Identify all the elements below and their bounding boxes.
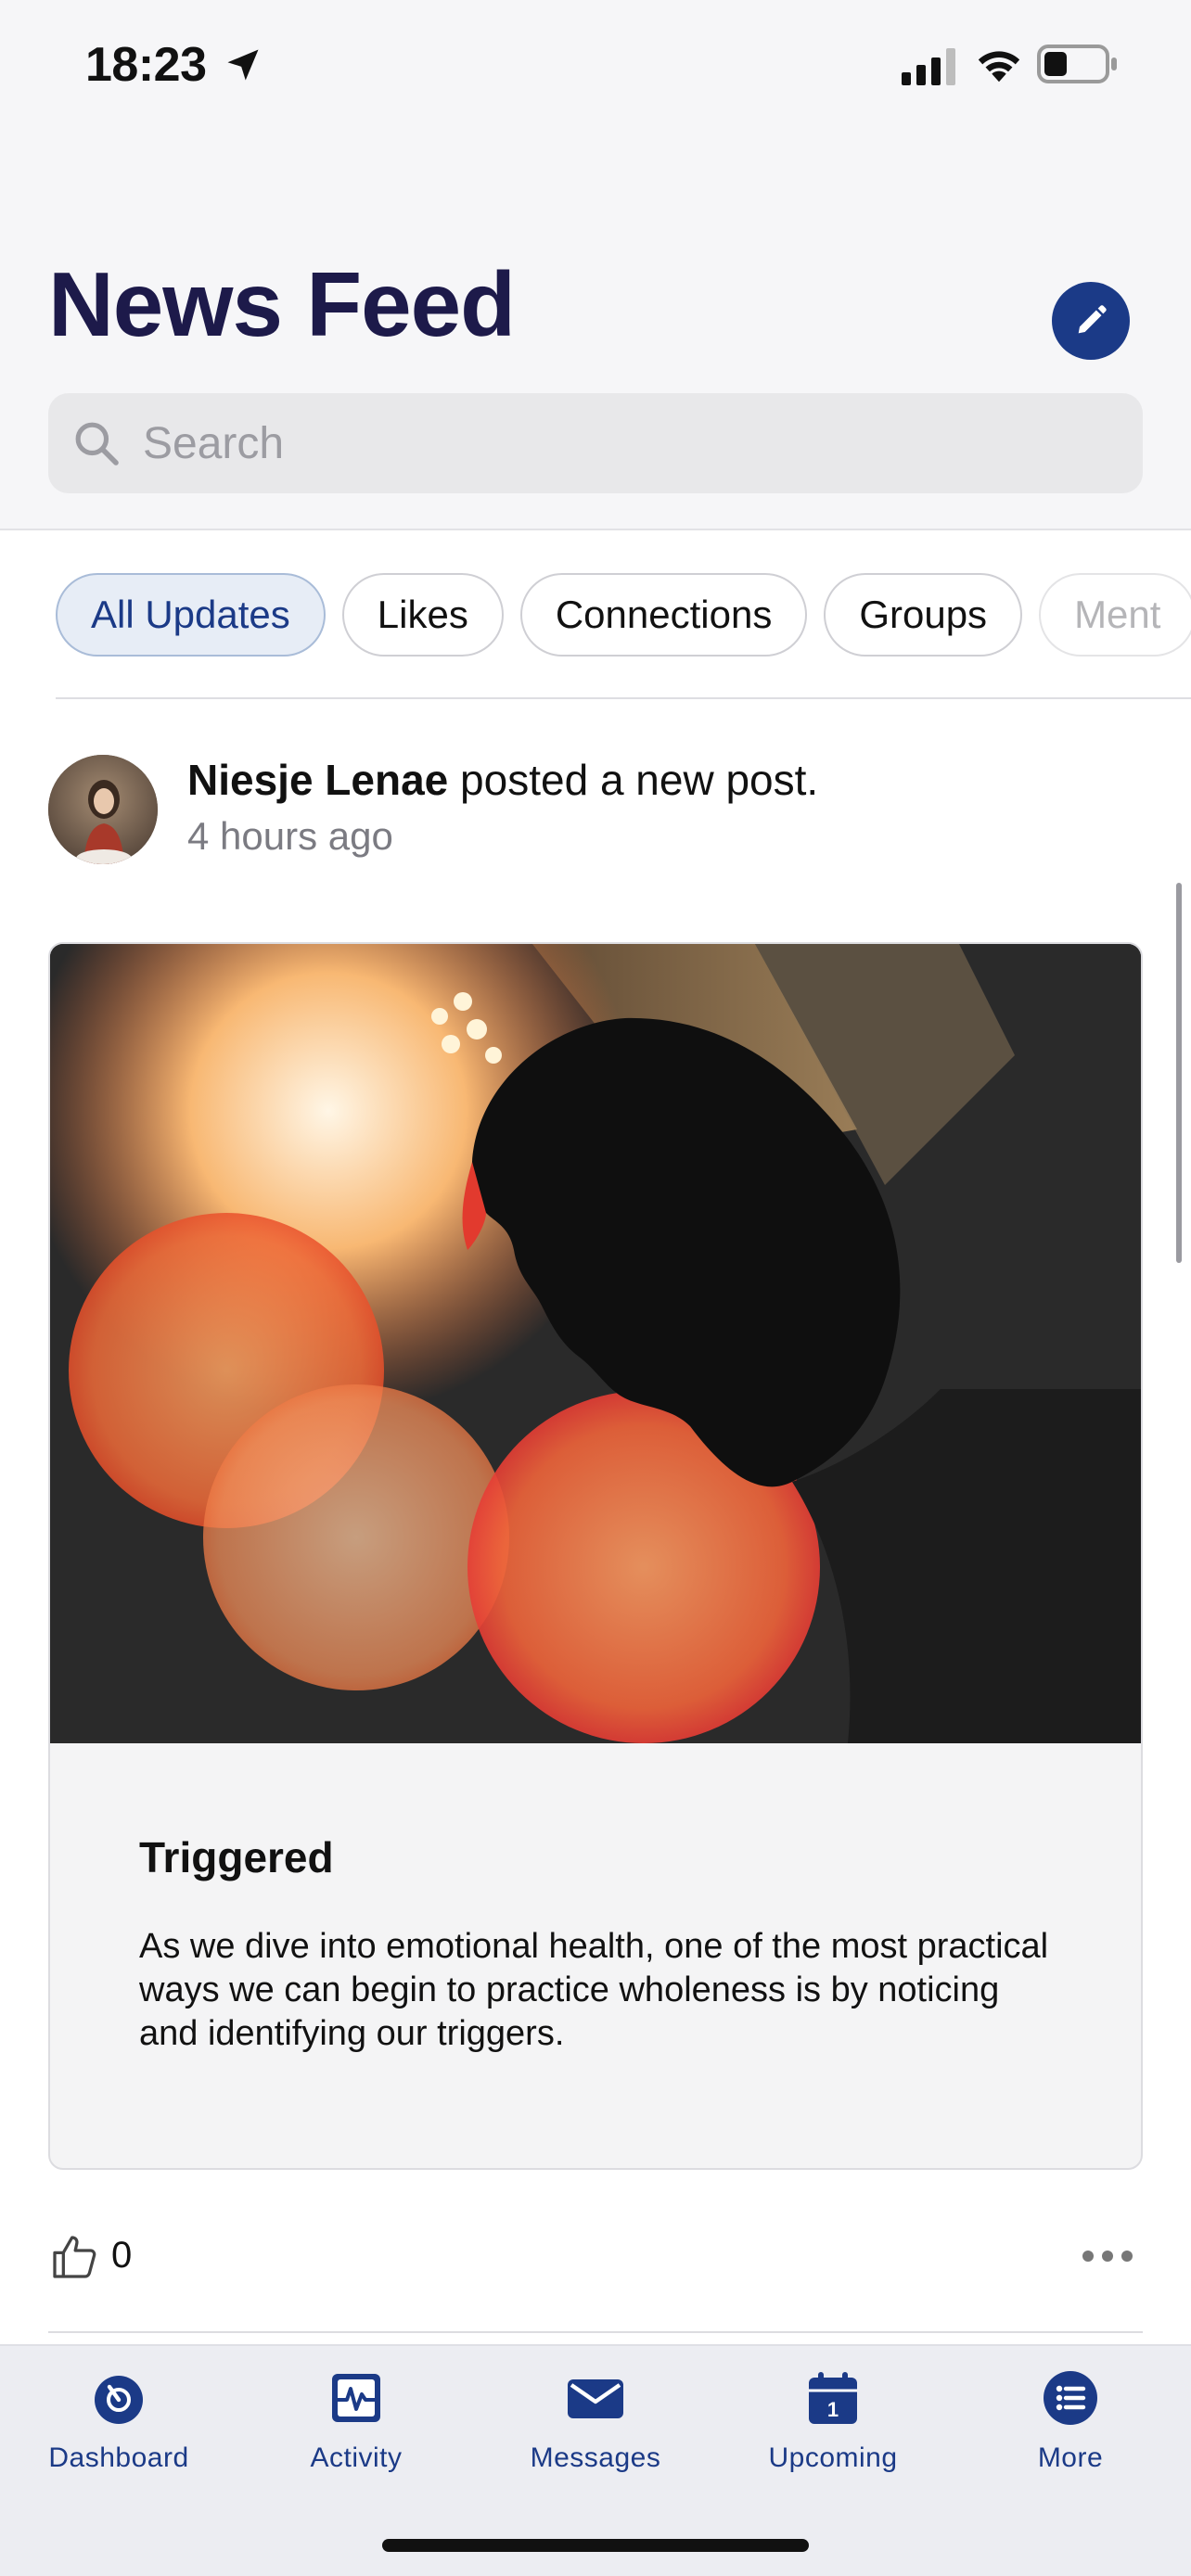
tab-more[interactable]: More	[952, 2346, 1189, 2485]
post-action: posted a new post.	[460, 756, 819, 804]
tab-dashboard-label: Dashboard	[48, 2442, 189, 2473]
pencil-icon	[1078, 305, 1107, 334]
thumbs-up-icon[interactable]	[48, 2231, 100, 2283]
search-input[interactable]	[143, 417, 1070, 469]
divider	[48, 2331, 1143, 2333]
post-headline: Niesje Lenae posted a new post.	[187, 755, 818, 805]
scrollbar[interactable]	[1176, 883, 1182, 1263]
search-icon	[75, 422, 119, 465]
battery-icon	[1037, 45, 1117, 83]
post-excerpt: As we dive into emotional health, one of…	[139, 1927, 1049, 2053]
tab-messages[interactable]: Messages	[477, 2346, 714, 2485]
filter-groups[interactable]: Groups	[824, 573, 1023, 657]
post-timestamp: 4 hours ago	[187, 814, 393, 858]
tab-upcoming-label: Upcoming	[768, 2442, 898, 2473]
cellular-signal-icon	[902, 48, 955, 85]
filter-mentions[interactable]: Ment	[1039, 573, 1191, 657]
header: 18:23 News Feed	[0, 0, 1191, 530]
page-title: News Feed	[48, 253, 516, 355]
tab-activity-label: Activity	[310, 2442, 403, 2473]
activity-icon	[332, 2374, 380, 2422]
filter-all-updates[interactable]: All Updates	[56, 573, 326, 657]
filter-chips: All Updates Likes Connections Groups Ment	[56, 573, 1191, 657]
compose-button[interactable]	[1052, 282, 1130, 360]
post-author[interactable]: Niesje Lenae	[187, 756, 448, 804]
home-indicator[interactable]	[382, 2539, 809, 2552]
list-icon	[1044, 2371, 1097, 2425]
filter-likes[interactable]: Likes	[341, 573, 504, 657]
wifi-icon	[978, 51, 1020, 83]
post-title: Triggered	[139, 1833, 334, 1881]
post-image	[50, 944, 1141, 1743]
post-card[interactable]: Triggered As we dive into emotional heal…	[48, 942, 1143, 2170]
avatar[interactable]	[48, 755, 158, 864]
calendar-icon: 1	[809, 2372, 857, 2424]
search-bar[interactable]	[48, 393, 1143, 493]
more-options-icon[interactable]	[1080, 2242, 1135, 2270]
tab-more-label: More	[1037, 2442, 1104, 2473]
messages-icon	[568, 2379, 623, 2418]
svg-text:1: 1	[827, 2398, 839, 2421]
filter-connections[interactable]: Connections	[519, 573, 808, 657]
tab-messages-label: Messages	[530, 2442, 661, 2473]
divider	[56, 697, 1191, 699]
tab-activity[interactable]: Activity	[237, 2346, 475, 2485]
status-time: 18:23	[85, 38, 207, 92]
tab-upcoming[interactable]: 1 Upcoming	[714, 2346, 952, 2485]
tab-dashboard[interactable]: Dashboard	[0, 2346, 237, 2485]
like-count: 0	[111, 2235, 133, 2276]
dashboard-icon	[95, 2376, 143, 2424]
location-arrow-icon	[227, 49, 259, 81]
